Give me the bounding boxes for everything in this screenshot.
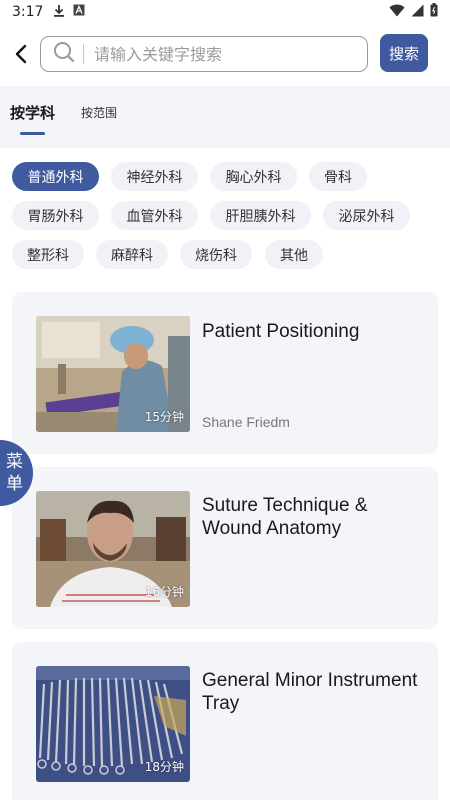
menu-label-line1: 菜 (6, 452, 23, 472)
video-card[interactable]: 16分钟 Suture Technique & Wound Anatomy (12, 467, 438, 629)
chip-neurosurgery[interactable]: 神经外科 (111, 162, 198, 191)
chip-urology[interactable]: 泌尿外科 (323, 201, 410, 230)
video-thumbnail: 16分钟 (36, 491, 190, 607)
video-card[interactable]: 18分钟 General Minor Instrument Tray (12, 642, 438, 800)
tab-by-scope[interactable]: 按范围 (81, 104, 117, 121)
search-icon (53, 41, 75, 67)
status-bar: 3:17 (0, 0, 450, 24)
video-duration: 16分钟 (144, 585, 184, 599)
chevron-left-icon (15, 44, 27, 64)
menu-label-line2: 单 (6, 474, 23, 494)
video-title: Suture Technique & Wound Anatomy (202, 495, 368, 539)
search-box[interactable] (40, 36, 368, 72)
battery-icon (430, 3, 438, 21)
back-button[interactable] (8, 40, 34, 68)
video-duration: 18分钟 (144, 760, 184, 774)
video-title: General Minor Instrument Tray (202, 670, 418, 714)
signal-icon (411, 4, 424, 21)
chip-plastic[interactable]: 整形科 (12, 240, 84, 269)
chip-anesthesia[interactable]: 麻醉科 (96, 240, 168, 269)
category-tabs: 按学科 按范围 (0, 86, 450, 148)
search-row: 搜索 (0, 30, 450, 78)
video-thumbnail: 15分钟 (36, 316, 190, 432)
chip-other[interactable]: 其他 (265, 240, 323, 269)
video-thumbnail: 18分钟 (36, 666, 190, 782)
search-divider (83, 44, 84, 64)
video-title: Patient Positioning (202, 321, 360, 342)
chip-burns[interactable]: 烧伤科 (180, 240, 252, 269)
download-icon (53, 4, 65, 21)
chip-orthopedics[interactable]: 骨科 (309, 162, 367, 191)
a-box-icon (73, 4, 85, 20)
video-card[interactable]: 15分钟 Patient Positioning Shane Friedm (12, 292, 438, 454)
status-time: 3:17 (12, 4, 44, 20)
video-author: Shane Friedm (202, 414, 290, 430)
search-input[interactable] (94, 44, 314, 64)
video-duration: 15分钟 (144, 410, 184, 424)
active-tab-indicator (20, 132, 45, 135)
chip-gastrointestinal[interactable]: 胃肠外科 (12, 201, 99, 230)
chip-cardiothoracic[interactable]: 胸心外科 (210, 162, 297, 191)
chip-vascular[interactable]: 血管外科 (111, 201, 198, 230)
chip-hepatobiliary[interactable]: 肝胆胰外科 (210, 201, 311, 230)
wifi-icon (389, 4, 405, 21)
chip-general-surgery[interactable]: 普通外科 (12, 162, 99, 191)
tab-by-subject[interactable]: 按学科 (10, 102, 55, 123)
search-button[interactable]: 搜索 (380, 34, 428, 72)
